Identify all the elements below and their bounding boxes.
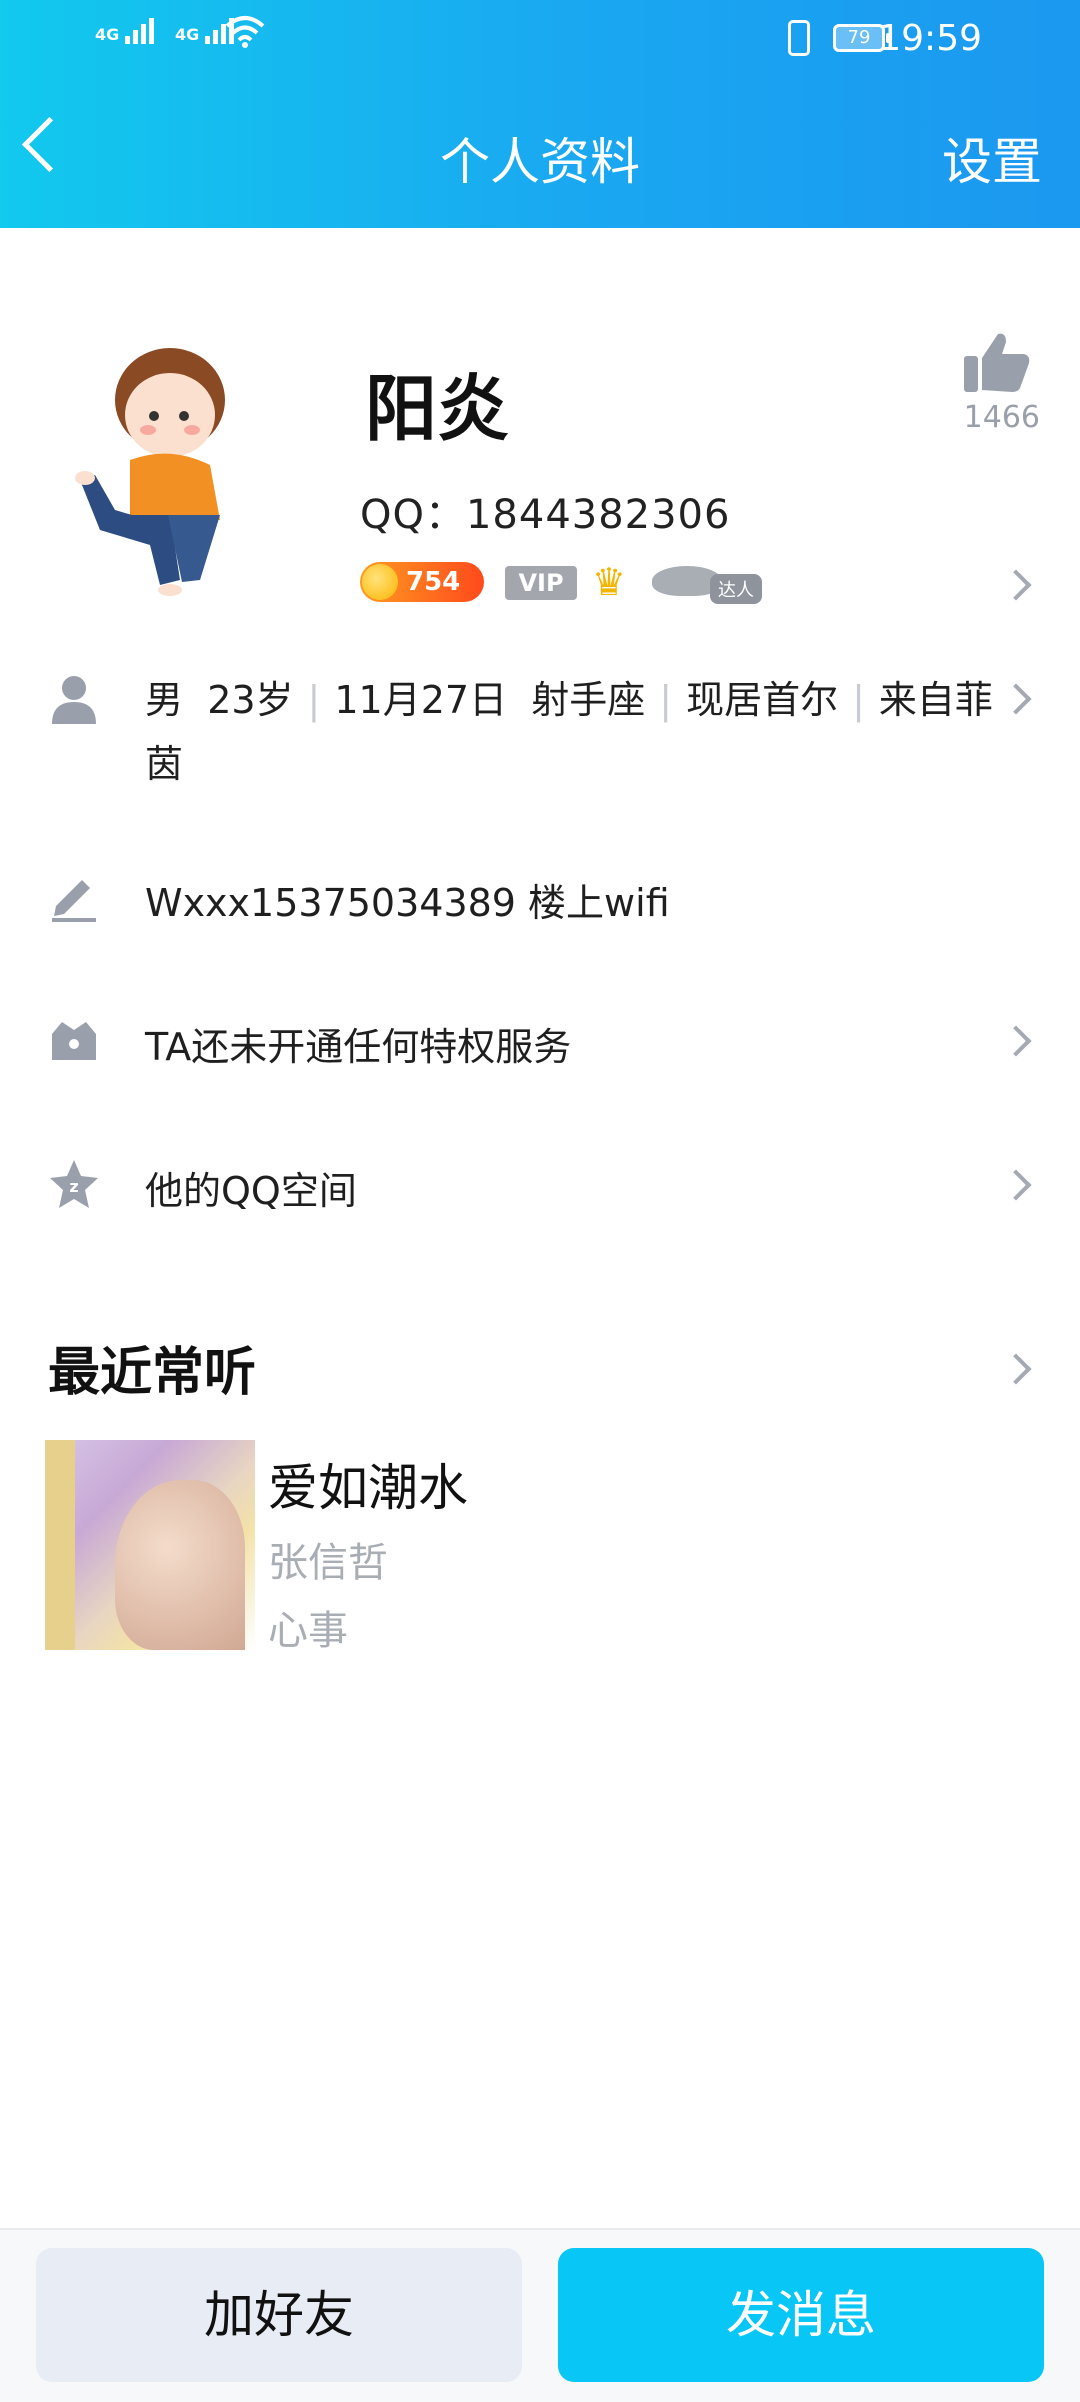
qzone-row[interactable]: 他的QQ空间 <box>145 1160 357 1215</box>
add-friend-button[interactable]: 加好友 <box>36 2248 522 2382</box>
song-title[interactable]: 爱如潮水 <box>268 1448 468 1520</box>
chevron-right-icon[interactable] <box>1000 569 1032 601</box>
age: 23岁 <box>207 678 294 722</box>
chevron-right-icon[interactable] <box>1000 1169 1032 1201</box>
album-cover[interactable] <box>45 1440 255 1650</box>
wifi-icon <box>225 14 265 54</box>
recent-listen-title: 最近常听 <box>48 1343 257 1403</box>
bottom-action-bar: 加好友 发消息 <box>0 2228 1080 2402</box>
location: 现居首尔 <box>686 678 839 722</box>
qq-number: QQ：1844382306 <box>360 492 731 538</box>
gender: 男 <box>145 678 184 722</box>
clock: 19:59 <box>878 18 982 59</box>
status-bar: 4G 4G 79 19:59 <box>0 0 1080 78</box>
page-title: 个人资料 <box>440 133 640 191</box>
settings-button[interactable]: 设置 <box>942 122 1042 194</box>
chevron-right-icon[interactable] <box>1000 1025 1032 1057</box>
qzone-star-icon: z <box>48 1158 100 1210</box>
level-value: 754 <box>406 567 461 597</box>
battery-level: 79 <box>847 27 871 48</box>
daren-label: 达人 <box>710 574 762 604</box>
constellation: 射手座 <box>531 678 646 722</box>
thumbs-up-icon[interactable] <box>962 330 1032 394</box>
signature-text: Wxxx15375034389 楼上wifi <box>145 881 670 925</box>
network-indicator-1: 4G <box>95 18 157 44</box>
network-type-label: 4G <box>95 25 120 44</box>
album-portrait <box>115 1480 245 1650</box>
privilege-row[interactable]: TA还未开通任何特权服务 <box>145 1016 571 1071</box>
basic-info[interactable]: 男 23岁 | 11月27日 射手座 | 现居首尔 | 来自菲茵 <box>145 668 1005 796</box>
birthday: 11月27日 <box>334 678 508 722</box>
avatar[interactable] <box>70 330 270 600</box>
send-message-button[interactable]: 发消息 <box>558 2248 1044 2382</box>
crown-badge-icon <box>48 1014 100 1066</box>
network-type-label: 4G <box>175 25 200 44</box>
crown-icon: ♛ <box>592 560 627 604</box>
song-artist: 张信哲 <box>268 1540 388 1586</box>
chevron-right-icon[interactable] <box>1000 1353 1032 1385</box>
person-icon <box>48 672 100 724</box>
like-count: 1466 <box>963 400 1040 435</box>
vibrate-icon <box>788 20 810 56</box>
level-badge: 754 <box>360 562 484 602</box>
profile-name: 阳炎 <box>365 367 510 451</box>
svg-text:z: z <box>69 1177 78 1196</box>
album-strip <box>45 1440 75 1650</box>
top-header: 4G 4G 79 19:59 个人资料 设置 <box>0 0 1080 228</box>
signal-icon <box>124 18 157 44</box>
vip-badge: VIP <box>505 566 577 600</box>
album-name: 心事 <box>268 1608 348 1654</box>
chevron-right-icon[interactable] <box>1000 683 1032 715</box>
pencil-icon <box>48 870 100 922</box>
daren-badge: 达人 <box>652 560 762 604</box>
battery-icon: 79 <box>833 24 890 52</box>
